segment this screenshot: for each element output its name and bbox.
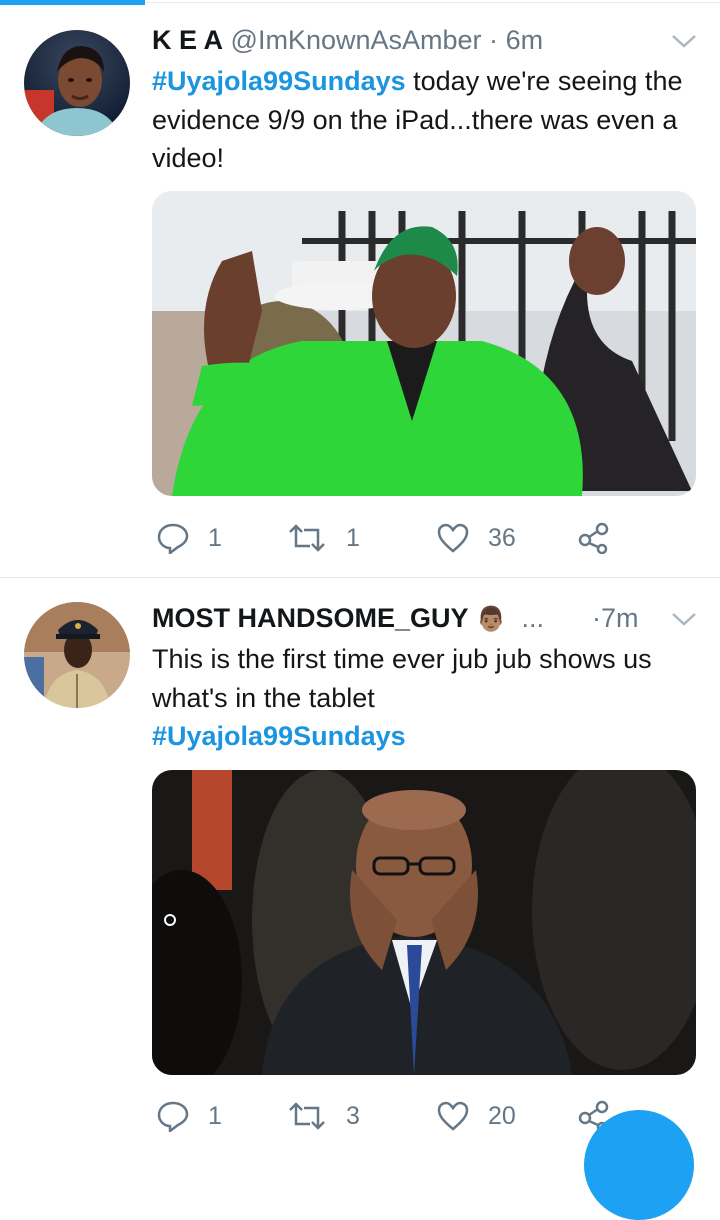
like-button[interactable]: 36 — [436, 520, 516, 556]
display-name[interactable]: MOST HANDSOME_GUY — [152, 603, 469, 633]
tweet-actions: 1 1 36 — [152, 520, 712, 556]
separator-dot: · — [592, 603, 601, 633]
tweet-header: MOST HANDSOME_GUY 👨🏽 ... ·7m — [152, 600, 700, 636]
heart-icon — [437, 1101, 469, 1131]
chevron-down-icon[interactable] — [670, 22, 698, 58]
handle-ellipsis: ... — [521, 603, 544, 633]
tweet-photo[interactable] — [152, 191, 696, 496]
hashtag-link[interactable]: #Uyajola99Sundays — [152, 66, 406, 96]
display-name[interactable]: K E A — [152, 25, 223, 55]
retweet-count: 1 — [346, 523, 360, 552]
reply-count: 1 — [208, 1101, 222, 1130]
tweet-2[interactable]: MOST HANDSOME_GUY 👨🏽 ... ·7m This is the… — [0, 578, 720, 1143]
reply-count: 1 — [208, 523, 222, 552]
like-button[interactable]: 20 — [436, 1098, 516, 1134]
avatar[interactable] — [24, 602, 130, 708]
share-button[interactable] — [578, 520, 628, 556]
avatar[interactable] — [24, 30, 130, 136]
tweet-content: K E A @ImKnownAsAmber · 6m #Uyajola99Sun… — [152, 22, 700, 178]
retweet-button[interactable]: 1 — [286, 520, 360, 556]
like-count: 20 — [488, 1101, 516, 1130]
share-icon — [578, 522, 609, 554]
tweet-body: This is the first time ever jub jub show… — [152, 644, 652, 713]
tweet-header: K E A @ImKnownAsAmber · 6m — [152, 22, 700, 58]
timestamp[interactable]: 6m — [506, 25, 544, 55]
retweet-button[interactable]: 3 — [286, 1098, 360, 1134]
retweet-icon — [289, 1102, 325, 1130]
like-count: 36 — [488, 523, 516, 552]
tweet-photo[interactable] — [152, 770, 696, 1075]
reply-button[interactable]: 1 — [156, 1098, 222, 1134]
tweet-1[interactable]: K E A @ImKnownAsAmber · 6m #Uyajola99Sun… — [0, 0, 720, 578]
compose-tweet-button[interactable] — [584, 1110, 694, 1220]
reply-icon — [157, 1101, 189, 1132]
reply-button[interactable]: 1 — [156, 520, 222, 556]
heart-icon — [437, 523, 469, 553]
reply-icon — [157, 523, 189, 554]
separator-dot: · — [489, 25, 499, 55]
user-handle[interactable]: @ImKnownAsAmber — [231, 25, 482, 55]
tweet-content: MOST HANDSOME_GUY 👨🏽 ... ·7m This is the… — [152, 600, 700, 756]
emoji-icon: 👨🏽 — [476, 606, 506, 633]
hashtag-link[interactable]: #Uyajola99Sundays — [152, 721, 406, 751]
chevron-down-icon[interactable] — [670, 600, 698, 636]
retweet-icon — [289, 524, 325, 552]
tweet-text: This is the first time ever jub jub show… — [152, 640, 700, 756]
timestamp[interactable]: 7m — [601, 603, 639, 633]
retweet-count: 3 — [346, 1101, 360, 1130]
tweet-text: #Uyajola99Sundays today we're seeing the… — [152, 62, 700, 178]
